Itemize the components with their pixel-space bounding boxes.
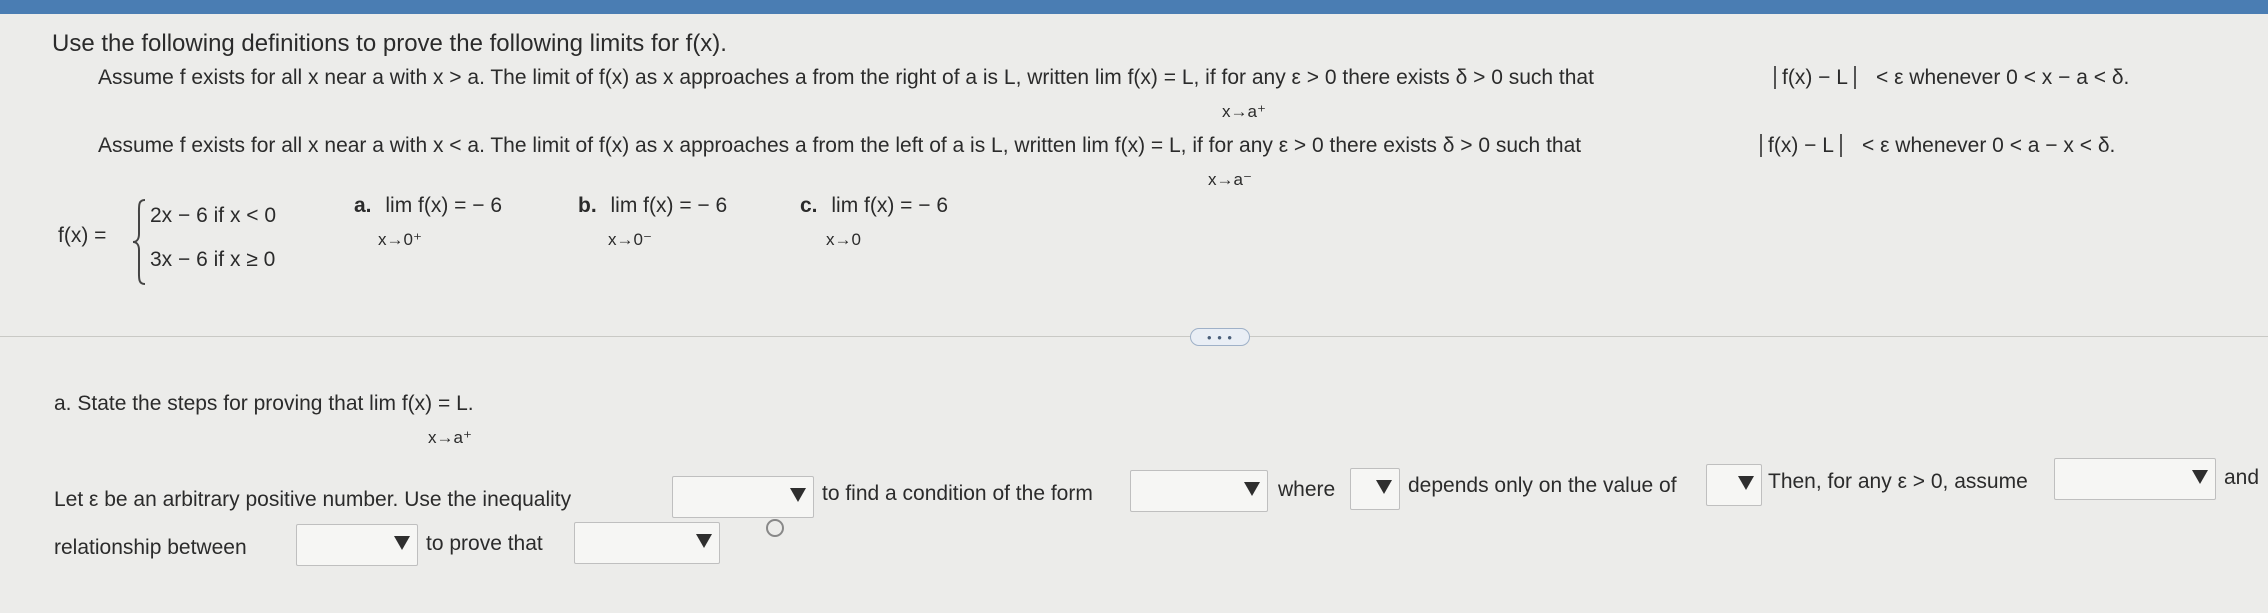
dropdown-arrow-icon[interactable] [2191,470,2209,488]
dropdown-arrow-icon[interactable] [789,488,807,506]
inequality-dropdown[interactable] [672,476,814,518]
problem-b-expr: lim f(x) = − 6 [610,194,728,217]
dropdown-arrow-icon[interactable] [393,536,411,554]
where-dropdown[interactable] [1350,468,1400,510]
part-a-subscript: x→a⁺ [428,428,472,447]
dropdown-arrow-icon[interactable] [1243,482,1261,500]
top-bar [0,0,2268,14]
problem-a-subscript: x→0⁺ [378,230,422,249]
problem-b: b. lim f(x) = − 6 [578,194,727,218]
prove-dropdown[interactable] [574,522,720,564]
problem-a-letter: a. [354,194,372,217]
definition-right-tail: < ε whenever 0 < x − a < δ. [1876,66,2130,89]
problem-a: a. lim f(x) = − 6 [354,194,502,218]
answer-text-6: and [2224,466,2260,489]
definition-left-tail: < ε whenever 0 < a − x < δ. [1862,134,2116,157]
problem-b-subscript: x→0⁻ [608,230,652,249]
definition-left-abs: f(x) − L [1760,134,1842,158]
answer-text-3: where [1278,478,1336,501]
problem-c: c. lim f(x) = − 6 [800,194,948,218]
answer-text-4: depends only on the value of [1408,474,1677,497]
function-case-2: 3x − 6 if x ≥ 0 [150,248,276,271]
dropdown-arrow-icon[interactable] [695,534,713,552]
definition-right-text: Assume f exists for all x near a with x … [98,66,1594,89]
definition-right-abs: f(x) − L [1774,66,1856,90]
condition-form-dropdown[interactable] [1130,470,1268,512]
function-lhs: f(x) = [58,224,107,247]
assume-dropdown[interactable] [2054,458,2216,500]
radio-button[interactable] [766,519,784,537]
instruction-text: Use the following definitions to prove t… [52,30,727,57]
definition-left-text: Assume f exists for all x near a with x … [98,134,1582,157]
definition-left-limit-subscript: x→a⁻ [1208,170,1252,189]
problem-c-subscript: x→0 [826,230,861,249]
section-divider [0,336,2268,337]
answer-text-8: to prove that [426,532,543,555]
answer-text-1: Let ε be an arbitrary positive number. U… [54,488,572,511]
answer-text-7: relationship between [54,536,247,559]
brace-icon [132,199,146,285]
definition-right-limit-subscript: x→a⁺ [1222,102,1266,121]
dropdown-arrow-icon[interactable] [1375,480,1393,498]
abs-bars: f(x) − L [1760,134,1842,157]
problem-c-letter: c. [800,194,818,217]
dropdown-arrow-icon[interactable] [1737,476,1755,494]
answer-text-5: Then, for any ε > 0, assume [1768,470,2028,493]
relationship-dropdown[interactable] [296,524,418,566]
function-case-1: 2x − 6 if x < 0 [150,204,277,227]
problem-b-letter: b. [578,194,597,217]
problem-a-expr: lim f(x) = − 6 [385,194,503,217]
part-a-prompt: a. State the steps for proving that lim … [54,392,474,415]
expand-ellipsis-button[interactable]: • • • [1190,328,1250,346]
depends-on-dropdown[interactable] [1706,464,1762,506]
answer-text-2: to find a condition of the form [822,482,1093,505]
problem-c-expr: lim f(x) = − 6 [831,194,949,217]
abs-left-bar: f(x) − L [1774,66,1856,89]
